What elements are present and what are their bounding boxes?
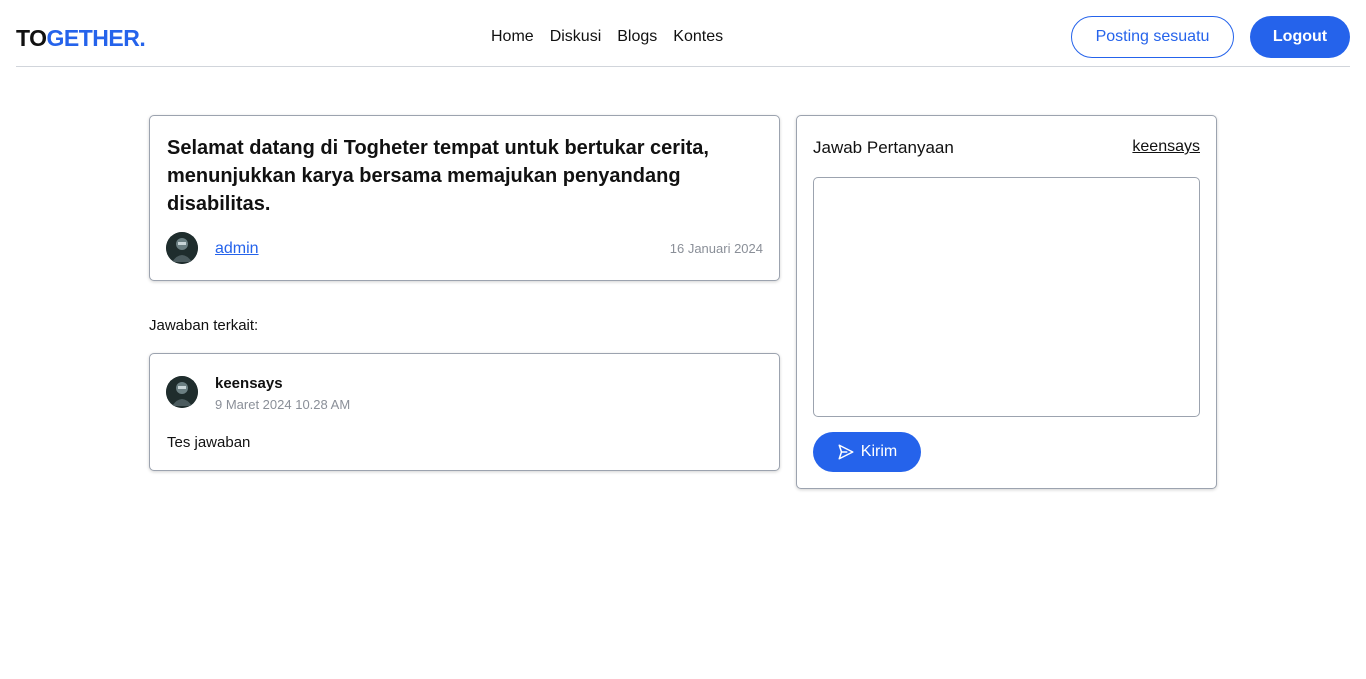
reply-user-link[interactable]: keensays bbox=[1132, 138, 1200, 156]
avatar-icon bbox=[166, 376, 198, 408]
answer-card: keensays 9 Maret 2024 10.28 AM Tes jawab… bbox=[149, 353, 780, 471]
top-navbar: TOGETHER. Home Diskusi Blogs Kontes Post… bbox=[16, 0, 1350, 67]
main-nav: Home Diskusi Blogs Kontes bbox=[491, 27, 723, 47]
send-button[interactable]: Kirim bbox=[813, 432, 921, 472]
logo-part2: GETHER. bbox=[46, 25, 146, 51]
post-something-button[interactable]: Posting sesuatu bbox=[1071, 16, 1234, 58]
reply-title: Jawab Pertanyaan bbox=[813, 138, 954, 157]
logo[interactable]: TOGETHER. bbox=[16, 24, 146, 52]
answer-body: Tes jawaban bbox=[167, 434, 251, 451]
avatar-icon bbox=[166, 232, 198, 264]
question-author-link[interactable]: admin bbox=[215, 240, 259, 258]
nav-kontes[interactable]: Kontes bbox=[673, 27, 723, 47]
question-title: Selamat datang di Togheter tempat untuk … bbox=[167, 137, 709, 215]
send-icon bbox=[838, 444, 854, 460]
answer-timestamp: 9 Maret 2024 10.28 AM bbox=[215, 397, 351, 412]
reply-panel: Jawab Pertanyaan keensays Kirim bbox=[796, 115, 1217, 489]
question-card: Selamat datang di Togheter tempat untuk … bbox=[149, 115, 780, 281]
logo-part1: TO bbox=[16, 25, 47, 51]
logout-button[interactable]: Logout bbox=[1250, 16, 1350, 58]
nav-home[interactable]: Home bbox=[491, 27, 534, 47]
nav-blogs[interactable]: Blogs bbox=[617, 27, 657, 47]
question-date: 16 Januari 2024 bbox=[669, 241, 763, 256]
answer-username: keensays bbox=[215, 375, 283, 392]
answers-heading: Jawaban terkait: bbox=[149, 317, 259, 334]
reply-textarea[interactable] bbox=[813, 177, 1200, 417]
nav-diskusi[interactable]: Diskusi bbox=[550, 27, 602, 47]
send-button-label: Kirim bbox=[860, 443, 898, 460]
